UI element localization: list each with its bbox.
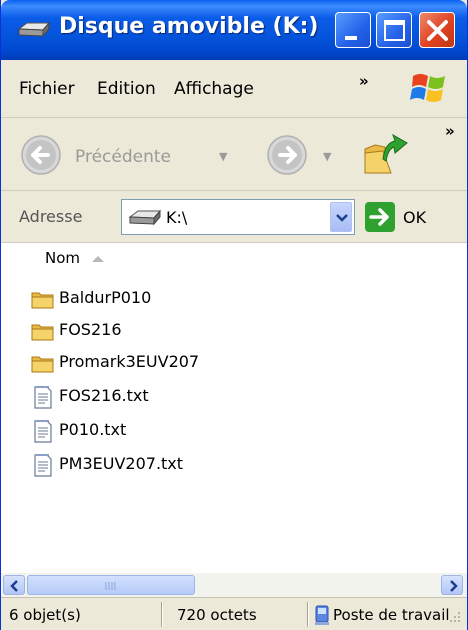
file-name: BaldurP010 [59,288,152,307]
folder-icon [31,292,54,309]
menu-edition[interactable]: Edition [97,79,156,99]
status-size: 720 octets [177,606,257,624]
drive-icon [128,209,162,226]
text-file-icon [34,420,52,443]
menu-bar: Fichier Edition Affichage » [1,60,467,118]
status-object-count: 6 objet(s) [9,606,81,624]
address-bar: Adresse K:\ OK [1,191,467,243]
go-arrow-icon [365,202,395,232]
close-button[interactable] [419,12,455,48]
status-separator [307,602,309,627]
grip-icon [105,582,116,590]
maximize-button[interactable] [376,12,412,48]
minimize-icon [345,36,357,40]
back-dropdown-icon[interactable]: ▼ [219,150,227,163]
back-label: Précédente [75,147,171,167]
go-label: OK [403,208,427,227]
close-icon [427,20,448,41]
status-separator [161,602,163,627]
file-name: Promark3EUV207 [59,352,200,371]
file-name: FOS216 [59,320,122,339]
maximize-icon [384,20,405,41]
file-name: FOS216.txt [59,386,149,405]
text-file-icon [34,386,52,409]
file-list: Nom BaldurP010 FOS216 Promark3EUV207 FOS… [1,243,467,573]
forward-arrow-icon [267,135,307,175]
folder-icon [31,324,54,341]
back-arrow-icon [21,135,61,175]
menu-affichage[interactable]: Affichage [174,79,254,99]
chevron-right-icon [450,580,458,592]
toolbar-overflow-chevron[interactable]: » [445,122,455,140]
go-button[interactable]: OK [363,199,445,235]
forward-dropdown-icon[interactable]: ▼ [323,150,331,163]
resize-grip-icon[interactable] [447,610,463,626]
minimize-button[interactable] [335,12,371,48]
removable-drive-icon [17,21,51,38]
menu-fichier[interactable]: Fichier [19,79,75,99]
status-zone: Poste de travail [333,606,450,624]
address-value: K:\ [166,208,188,227]
scroll-left-button[interactable] [3,575,25,595]
text-file-icon [34,454,52,477]
address-input[interactable]: K:\ [121,199,355,235]
horizontal-scrollbar[interactable] [1,573,467,597]
up-folder-button[interactable] [361,129,411,179]
chevron-left-icon [10,580,18,592]
window-title: Disque amovible (K:) [59,14,319,39]
menu-overflow-chevron[interactable]: » [359,72,369,90]
folder-icon [31,356,54,373]
sort-ascending-icon [92,256,104,262]
file-name: PM3EUV207.txt [59,454,184,473]
chevron-down-icon [336,214,348,222]
toolbar: Précédente ▼ ▼ [1,119,467,191]
address-label: Adresse [19,207,83,226]
folder-up-icon [364,133,408,174]
title-bar[interactable]: Disque amovible (K:) [1,0,467,60]
column-label: Nom [45,249,81,267]
explorer-window: Disque amovible (K:) Fichier Edition Aff… [0,0,468,630]
column-header-nom[interactable]: Nom [1,243,467,275]
file-name: P010.txt [59,420,127,439]
windows-logo-icon [410,74,445,102]
computer-icon [315,605,329,625]
address-dropdown-button[interactable] [330,202,352,232]
forward-button[interactable] [265,133,309,177]
scroll-thumb[interactable] [27,575,195,595]
status-bar: 6 objet(s) 720 octets Poste de travail [1,597,467,630]
scroll-right-button[interactable] [441,575,463,595]
